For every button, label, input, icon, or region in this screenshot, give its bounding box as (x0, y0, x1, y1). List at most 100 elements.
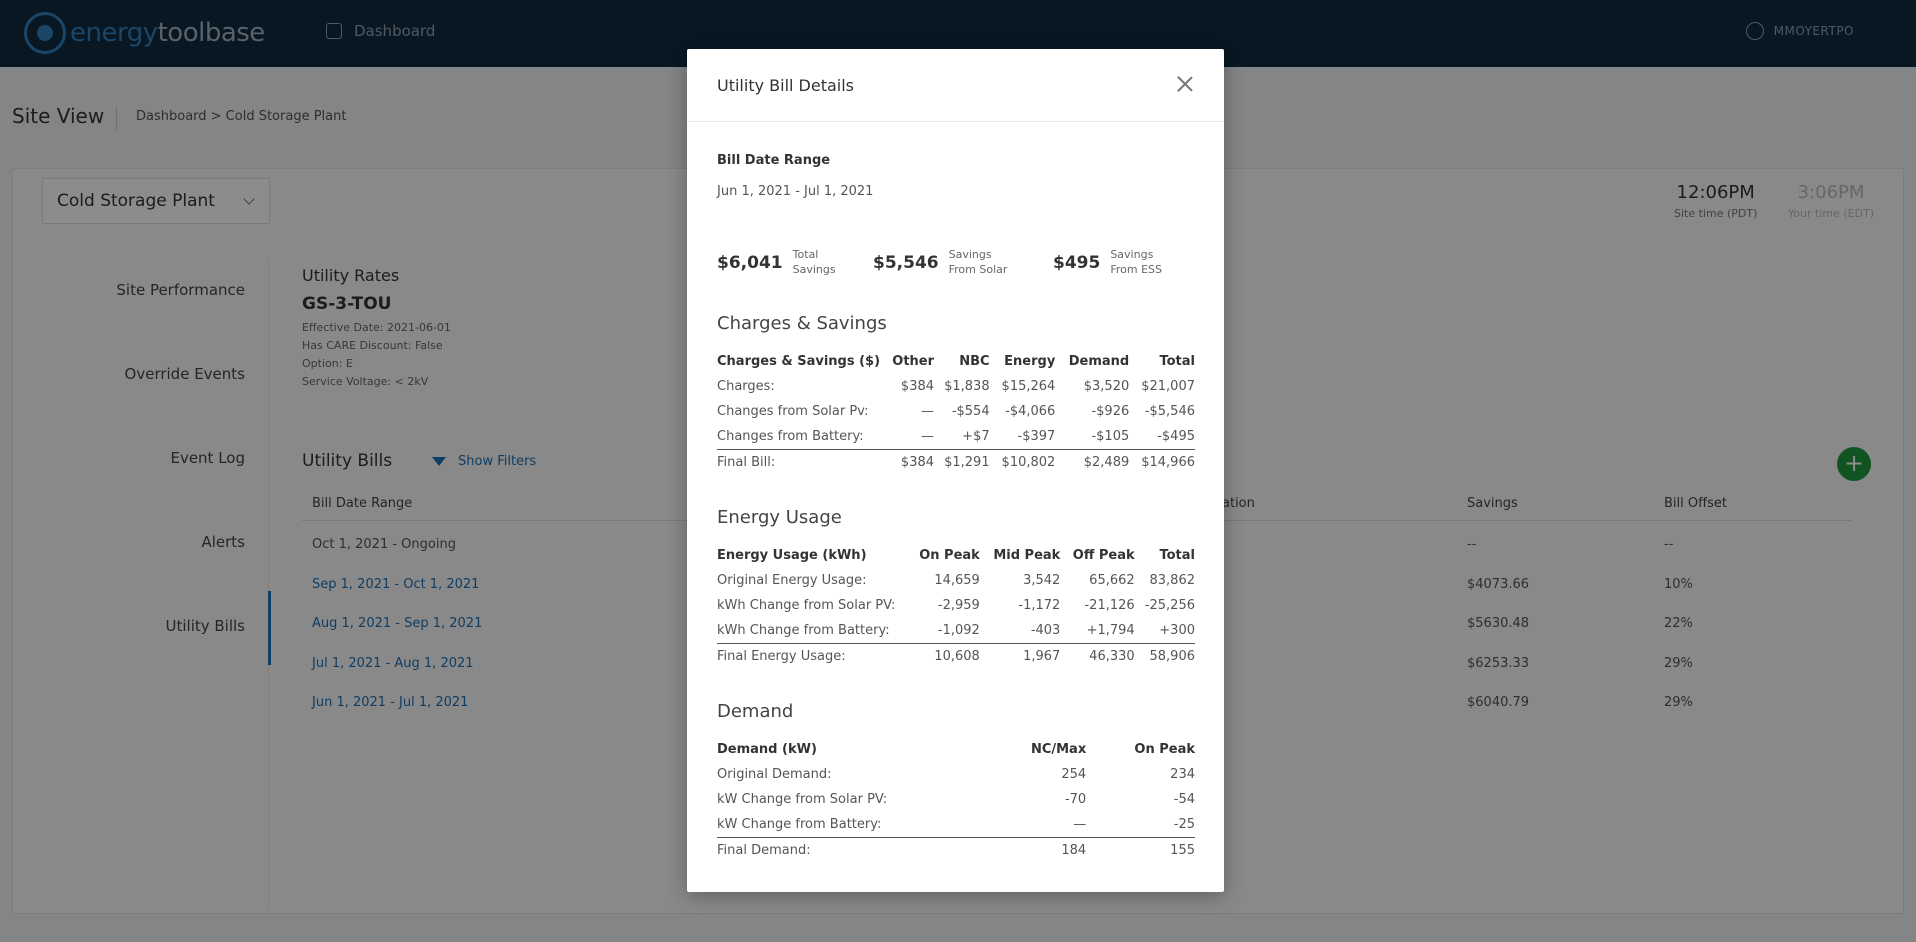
cell-on-peak: 234 (1170, 767, 1195, 782)
table-row: Original Energy Usage: 14,659 3,542 65,6… (717, 568, 1195, 593)
cell-total: -$5,546 (1144, 404, 1195, 419)
cell-mid-peak: 3,542 (1023, 573, 1061, 588)
cell-demand: -$926 (1091, 404, 1130, 419)
table-row: kW Change from Solar PV: -70 -54 (717, 787, 1195, 812)
cell-nbc: $1,291 (934, 448, 990, 475)
solar-savings-amount: $5,546 (873, 253, 939, 273)
row-label: Original Demand: (717, 767, 832, 782)
charges-table: Charges & Savings ($) Other NBC Energy D… (717, 349, 1195, 475)
table-final-row: Final Energy Usage: 10,608 1,967 46,330 … (717, 642, 1195, 669)
cell-total: 83,862 (1149, 573, 1196, 588)
energy-section-title: Energy Usage (717, 507, 842, 528)
row-label: kWh Change from Solar PV: (717, 598, 896, 613)
row-label: Changes from Solar Pv: (717, 404, 869, 419)
charges-header-label: Charges & Savings ($) (717, 354, 881, 369)
table-row: kW Change from Battery: — -25 (717, 812, 1195, 837)
cell-on-peak: -2,959 (937, 598, 980, 613)
row-label: Changes from Battery: (717, 428, 864, 444)
cell-on-peak: 10,608 (907, 642, 980, 669)
table-row: Original Demand: 254 234 (717, 762, 1195, 787)
cell-off-peak: 65,662 (1089, 573, 1135, 588)
charges-section-title: Charges & Savings (717, 313, 887, 334)
solar-savings-caption: Savings From Solar (948, 248, 1008, 276)
row-label: kW Change from Battery: (717, 816, 882, 832)
cell-mid-peak: -403 (1030, 622, 1061, 638)
energy-header-on-peak: On Peak (919, 548, 980, 563)
row-label: Charges: (717, 379, 775, 394)
cell-on-peak: -54 (1173, 792, 1195, 807)
cell-other: — (921, 404, 935, 419)
bill-date-range-label: Bill Date Range (717, 153, 831, 168)
cell-off-peak: -21,126 (1084, 598, 1135, 613)
cell-on-peak: 155 (1086, 836, 1195, 863)
cell-total: $14,966 (1129, 448, 1195, 475)
cell-mid-peak: -1,172 (1018, 598, 1061, 613)
cell-demand: -$105 (1091, 428, 1130, 444)
cell-other: — (921, 428, 935, 444)
cell-energy: -$4,066 (1005, 404, 1056, 419)
cell-total: $21,007 (1141, 379, 1195, 394)
total-savings: $6,041 Total Savings (717, 247, 836, 277)
cell-nbc: -$554 (951, 404, 990, 419)
cell-other: $384 (900, 379, 935, 394)
cell-total: -$495 (1157, 428, 1195, 444)
energy-header-mid-peak: Mid Peak (993, 548, 1061, 563)
cell-nbc: +$7 (962, 428, 990, 444)
cell-nc-max: 184 (987, 836, 1087, 863)
cell-energy: $15,264 (1001, 379, 1056, 394)
table-row: Changes from Solar Pv: — -$554 -$4,066 -… (717, 399, 1195, 424)
close-icon[interactable] (1176, 75, 1194, 93)
table-row: kWh Change from Solar PV: -2,959 -1,172 … (717, 593, 1195, 618)
cell-on-peak: -25 (1173, 816, 1195, 832)
cell-total: +300 (1159, 622, 1195, 638)
charges-header-total: Total (1159, 354, 1195, 369)
cell-total: -25,256 (1144, 598, 1195, 613)
cell-energy: -$397 (1017, 428, 1056, 444)
cell-total: 58,906 (1134, 642, 1195, 669)
demand-table: Demand (kW) NC/Max On Peak Original Dema… (717, 737, 1195, 863)
table-header-row: Charges & Savings ($) Other NBC Energy D… (717, 349, 1195, 374)
cell-nbc: $1,838 (944, 379, 990, 394)
cell-on-peak: -1,092 (937, 622, 980, 638)
total-savings-amount: $6,041 (717, 253, 783, 273)
charges-header-other: Other (892, 354, 935, 369)
cell-demand: $2,489 (1055, 448, 1130, 475)
charges-header-nbc: NBC (959, 354, 990, 369)
ess-savings: $495 Savings From ESS (1053, 247, 1162, 277)
energy-header-total: Total (1159, 548, 1195, 563)
ess-savings-caption: Savings From ESS (1110, 248, 1162, 276)
cell-other: $384 (883, 448, 935, 475)
cell-off-peak: +1,794 (1086, 622, 1135, 638)
cell-nc-max: — (1073, 816, 1087, 832)
table-row: Changes from Battery: — +$7 -$397 -$105 … (717, 424, 1195, 449)
table-header-row: Energy Usage (kWh) On Peak Mid Peak Off … (717, 543, 1195, 568)
row-label: Original Energy Usage: (717, 573, 867, 588)
energy-header-label: Energy Usage (kWh) (717, 548, 867, 563)
row-label: Final Energy Usage: (717, 642, 907, 669)
row-label: kW Change from Solar PV: (717, 792, 888, 807)
row-label: kWh Change from Battery: (717, 622, 890, 638)
table-header-row: Demand (kW) NC/Max On Peak (717, 737, 1195, 762)
row-label: Final Bill: (717, 448, 883, 475)
demand-section-title: Demand (717, 701, 794, 722)
demand-header-nc-max: NC/Max (1030, 742, 1087, 757)
demand-header-label: Demand (kW) (717, 742, 817, 757)
table-row: Charges: $384 $1,838 $15,264 $3,520 $21,… (717, 374, 1195, 399)
cell-nc-max: -70 (1064, 792, 1087, 807)
ess-savings-amount: $495 (1053, 253, 1101, 273)
cell-mid-peak: 1,967 (979, 642, 1061, 669)
energy-header-off-peak: Off Peak (1072, 548, 1135, 563)
table-row: kWh Change from Battery: -1,092 -403 +1,… (717, 618, 1195, 643)
total-savings-caption: Total Savings (792, 248, 836, 276)
solar-savings: $5,546 Savings From Solar (873, 247, 1007, 277)
modal-header: Utility Bill Details (687, 49, 1224, 122)
demand-header-on-peak: On Peak (1134, 742, 1195, 757)
modal-title: Utility Bill Details (717, 76, 855, 95)
cell-demand: $3,520 (1083, 379, 1130, 394)
utility-bill-details-modal: Utility Bill Details Bill Date Range Jun… (687, 49, 1224, 892)
charges-header-demand: Demand (1068, 354, 1130, 369)
cell-energy: $10,802 (989, 448, 1056, 475)
table-final-row: Final Demand: 184 155 (717, 836, 1195, 863)
savings-summary: $6,041 Total Savings $5,546 Savings From S… (717, 247, 1195, 287)
table-final-row: Final Bill: $384 $1,291 $10,802 $2,489 $… (717, 448, 1195, 475)
